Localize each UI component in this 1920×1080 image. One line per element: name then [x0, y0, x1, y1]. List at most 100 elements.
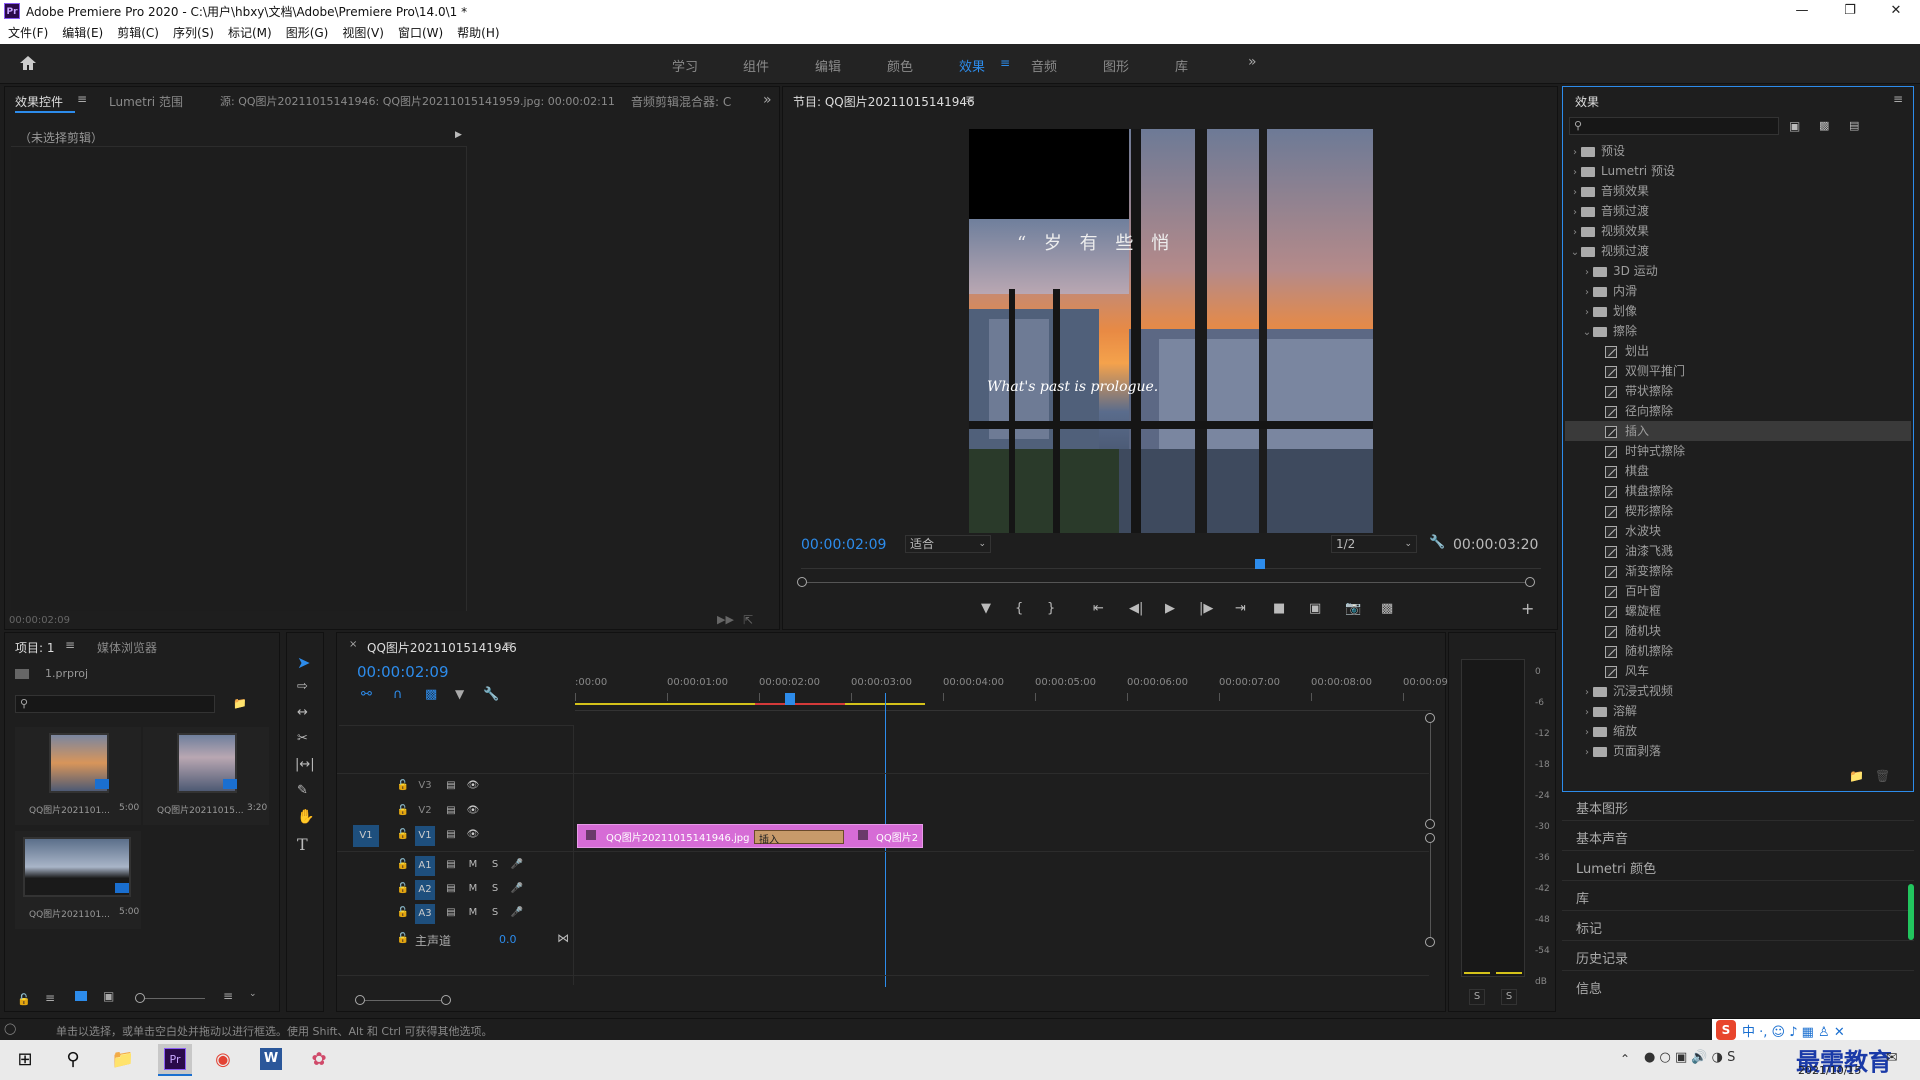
menu-clip[interactable]: 剪辑(C) [117, 22, 159, 44]
zoom-handle-left[interactable] [797, 577, 807, 587]
effect-item[interactable]: 水波块 [1565, 521, 1911, 541]
effect-folder[interactable]: › 溶解 [1565, 701, 1911, 721]
sync-lock-icon[interactable]: ▤ [441, 879, 461, 899]
video-clip[interactable]: QQ图片20211015141946.jpg 插入 QQ图片2 [577, 824, 923, 848]
solo-button[interactable]: S [485, 879, 505, 899]
program-video-frame[interactable]: “ 岁 有 些 悄 What's past is prologue. [969, 129, 1373, 533]
panel-essential-sound[interactable]: 基本声音 [1576, 828, 1628, 847]
track-lock-icon[interactable]: 🔓 [393, 929, 413, 949]
microphone-icon[interactable]: 🎤 [507, 879, 527, 899]
chevron-right-icon[interactable]: › [1581, 743, 1593, 763]
tray-chevron-up-icon[interactable]: ⌃ [1620, 1052, 1630, 1066]
effect-item[interactable]: 插入 [1565, 421, 1911, 441]
ime-toolbar[interactable]: S 中 ·, ☺ ♪ ▦ ♙ ✕ [1712, 1019, 1920, 1041]
chevron-right-icon[interactable]: › [1569, 203, 1581, 223]
chevron-right-icon[interactable]: › [1581, 263, 1593, 283]
program-menu-icon[interactable]: ≡ [965, 92, 975, 106]
fit-dropdown[interactable]: 适合 ⌄ [905, 535, 991, 553]
track-select-tool-icon[interactable]: ⇨ [297, 679, 308, 694]
new-bin-icon[interactable]: 📁 [1849, 769, 1864, 783]
list-view-icon[interactable]: ≡ [45, 991, 55, 1005]
chevron-down-icon[interactable]: ⌄ [249, 989, 257, 999]
microphone-icon[interactable]: 🎤 [507, 903, 527, 923]
chevron-right-icon[interactable]: › [1569, 223, 1581, 243]
accelerated-effects-icon[interactable]: ▣ [1789, 119, 1800, 133]
effect-item[interactable]: 楔形擦除 [1565, 501, 1911, 521]
workspace-learn[interactable]: 学习 [672, 56, 698, 75]
mute-button[interactable]: M [463, 903, 483, 923]
timeline-ruler[interactable]: :00:00 00:00:01:00 00:00:02:00 00:00:03:00 0… [575, 673, 1451, 711]
tab-project[interactable]: 项目: 1 [15, 639, 55, 656]
chevron-right-icon[interactable]: › [1581, 723, 1593, 743]
menu-edit[interactable]: 编辑(E) [62, 22, 103, 44]
tray-icons[interactable]: ● ○ ▣ 🔊 ◑ S [1644, 1050, 1735, 1065]
filter-icon[interactable]: ▶▶ [717, 613, 734, 626]
pen-tool-icon[interactable]: ✎ [297, 783, 308, 798]
track-label[interactable]: V1 [415, 826, 435, 846]
effect-item[interactable]: 渐变擦除 [1565, 561, 1911, 581]
effect-item[interactable]: 油漆飞溅 [1565, 541, 1911, 561]
add-marker-icon[interactable]: ▼ [455, 687, 464, 701]
effect-item[interactable]: 双侧平推门 [1565, 361, 1911, 381]
h-scroll-handle-right[interactable] [441, 995, 451, 1005]
razor-tool-icon[interactable]: ✂ [297, 731, 308, 746]
slip-tool-icon[interactable]: |↔| [295, 757, 315, 772]
track-lock-icon[interactable]: 🔓 [393, 776, 413, 796]
lock-icon[interactable]: 🔓 [17, 993, 31, 1006]
zoom-scrollbar[interactable] [807, 582, 1525, 583]
tab-effect-controls[interactable]: 效果控件 [15, 93, 63, 110]
transition-clip[interactable]: 插入 [754, 830, 844, 846]
source-patch-v1[interactable]: V1 [353, 825, 379, 847]
effect-folder[interactable]: › 音频过渡 [1565, 201, 1911, 221]
v-scroll-handle-bottom[interactable] [1425, 937, 1435, 947]
expand-triangle-icon[interactable]: ▶ [455, 130, 462, 140]
search-icon[interactable]: ⚲ [58, 1046, 88, 1074]
step-forward-icon[interactable]: |▶ [1199, 601, 1213, 616]
tab-source-monitor[interactable]: 源: QQ图片20211015141946: QQ图片2021101514195… [220, 93, 615, 109]
mark-in-icon[interactable]: { [1015, 601, 1023, 616]
effect-item[interactable]: 划出 [1565, 341, 1911, 361]
word-icon[interactable]: W [256, 1044, 286, 1072]
menu-sequence[interactable]: 序列(S) [173, 22, 214, 44]
windows-start-icon[interactable]: ⊞ [10, 1046, 40, 1074]
sogou-logo-icon[interactable]: S [1716, 1020, 1736, 1040]
sync-lock-icon[interactable]: ▤ [441, 855, 461, 875]
mark-out-icon[interactable]: } [1047, 601, 1055, 616]
paint-app-icon[interactable]: ✿ [304, 1046, 334, 1074]
more-tabs-icon[interactable]: » [763, 92, 772, 108]
effect-item[interactable]: 棋盘 [1565, 461, 1911, 481]
effect-folder[interactable]: › Lumetri 预设 [1565, 161, 1911, 181]
export-frame-icon[interactable]: ⇱ [743, 613, 753, 627]
yuv-effects-icon[interactable]: ▤ [1849, 119, 1859, 132]
effect-item[interactable]: 棋盘擦除 [1565, 481, 1911, 501]
solo-button[interactable]: S [485, 855, 505, 875]
track-lock-icon[interactable]: 🔓 [393, 903, 413, 923]
track-label[interactable]: A1 [415, 856, 435, 876]
timeline-menu-icon[interactable]: ≡ [503, 638, 513, 652]
menu-help[interactable]: 帮助(H) [457, 22, 499, 44]
step-back-icon[interactable]: ◀| [1129, 601, 1143, 616]
panel-lumetri-color[interactable]: Lumetri 颜色 [1576, 858, 1656, 877]
effect-folder[interactable]: ⌄ 擦除 [1565, 321, 1911, 341]
export-frame-camera-icon[interactable]: 📷 [1345, 601, 1361, 616]
microphone-icon[interactable]: 🎤 [507, 855, 527, 875]
button-editor-plus-icon[interactable]: + [1521, 599, 1534, 618]
timeline-tab[interactable]: QQ图片20211015141946 [367, 639, 517, 656]
sync-lock-icon[interactable]: ▤ [441, 825, 461, 845]
chevron-right-icon[interactable]: › [1581, 303, 1593, 323]
v-scrollbar-audio[interactable] [1430, 843, 1431, 937]
tab-lumetri-scopes[interactable]: Lumetri 范围 [109, 93, 183, 110]
chevron-right-icon[interactable]: › [1581, 283, 1593, 303]
close-button[interactable]: ✕ [1874, 0, 1918, 22]
project-menu-icon[interactable]: ≡ [65, 638, 75, 652]
program-timecode[interactable]: 00:00:02:09 [801, 537, 886, 553]
panel-info[interactable]: 信息 [1576, 978, 1602, 997]
effect-folder[interactable]: › 页面剥落 [1565, 741, 1911, 761]
track-label[interactable]: A3 [415, 904, 435, 924]
effect-folder[interactable]: ⌄ 视频过渡 [1565, 241, 1911, 261]
zoom-slider-handle[interactable] [135, 993, 145, 1003]
expand-track-icon[interactable]: ⋈ [557, 931, 569, 945]
effect-item[interactable]: 时钟式擦除 [1565, 441, 1911, 461]
effect-item[interactable]: 百叶窗 [1565, 581, 1911, 601]
panel-markers[interactable]: 标记 [1576, 918, 1602, 937]
